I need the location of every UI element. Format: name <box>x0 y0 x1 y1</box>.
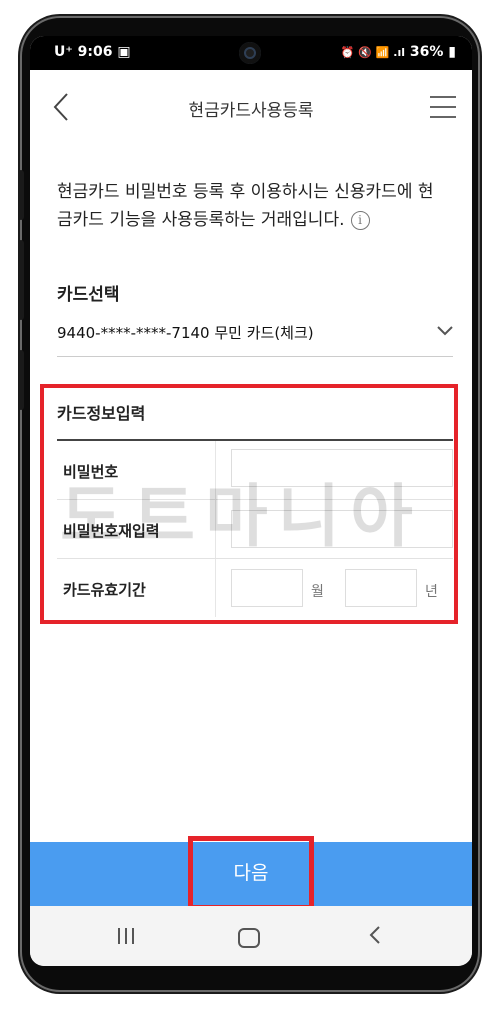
side-key <box>18 350 24 410</box>
password-input[interactable] <box>231 449 453 487</box>
password-label: 비밀번호 <box>63 463 119 481</box>
screen: U⁺ 9:06 ▣ ⏰ 🔇 📶 .ıl 36% ▮ 현금카드사용등록 현금카드 … <box>30 36 472 966</box>
info-icon[interactable]: i <box>350 210 370 230</box>
chevron-down-icon <box>437 326 453 336</box>
expiry-label: 카드유효기간 <box>63 581 146 599</box>
expiry-month-input[interactable] <box>231 569 303 607</box>
volume-button <box>18 170 24 220</box>
hamburger-icon-line <box>430 116 456 118</box>
status-bar: U⁺ 9:06 ▣ ⏰ 🔇 📶 .ıl 36% ▮ <box>30 36 472 70</box>
next-bar: 다음 <box>30 836 472 910</box>
description: 현금카드 비밀번호 등록 후 이용하시는 신용카드에 현 금카드 기능을 사용등… <box>57 178 449 234</box>
year-unit: 년 <box>425 584 438 600</box>
app-header: 현금카드사용등록 <box>30 70 472 142</box>
recent-line <box>125 928 127 944</box>
card-select-label: 카드선택 <box>57 285 120 305</box>
hamburger-icon <box>430 96 456 98</box>
recent-line <box>132 928 134 944</box>
description-line-1: 현금카드 비밀번호 등록 후 이용하시는 신용카드에 현 <box>57 182 434 202</box>
card-info-table: 비밀번호 비밀번호재입력 카드유효기간 월 년 <box>57 441 453 617</box>
password-row: 비밀번호 <box>57 441 453 500</box>
nav-back-icon[interactable] <box>368 924 382 946</box>
card-info-title: 카드정보입력 <box>57 404 146 423</box>
password-confirm-row: 비밀번호재입력 <box>57 500 453 559</box>
expiry-row: 카드유효기간 월 년 <box>57 559 453 617</box>
hamburger-icon-line <box>430 106 456 108</box>
expiry-year-input[interactable] <box>345 569 417 607</box>
system-nav-bar <box>30 906 472 966</box>
power-button <box>18 240 24 320</box>
battery-level: 36% <box>409 44 444 60</box>
next-button[interactable]: 다음 <box>188 836 314 910</box>
description-line-2-text: 금카드 기능을 사용등록하는 거래입니다. <box>57 210 345 230</box>
clock: 9:06 <box>77 44 113 60</box>
selected-card: 9440-****-****-7140 무민 카드(체크) <box>57 324 314 342</box>
home-icon[interactable] <box>238 928 260 948</box>
status-left: U⁺ 9:06 ▣ <box>54 44 131 60</box>
status-right: ⏰ 🔇 📶 .ıl 36% ▮ <box>341 44 456 60</box>
recent-line <box>118 928 120 944</box>
description-line-2: 금카드 기능을 사용등록하는 거래입니다. i <box>57 206 449 234</box>
status-icons: ⏰ 🔇 📶 .ıl <box>340 46 406 59</box>
card-select-dropdown[interactable]: 9440-****-****-7140 무민 카드(체크) <box>57 314 453 357</box>
row-separator <box>215 500 216 558</box>
page-title: 현금카드사용등록 <box>188 101 314 121</box>
carrier-label: U⁺ <box>54 44 73 60</box>
recent-apps-icon[interactable] <box>118 928 139 948</box>
gallery-icon: ▣ <box>117 44 131 60</box>
row-separator <box>215 559 216 617</box>
battery-icon: ▮ <box>448 44 456 60</box>
month-unit: 월 <box>311 584 324 600</box>
row-separator <box>215 441 216 499</box>
front-camera <box>239 42 261 64</box>
password-confirm-label: 비밀번호재입력 <box>63 522 160 540</box>
menu-button[interactable] <box>430 96 456 118</box>
password-confirm-input[interactable] <box>231 510 453 548</box>
